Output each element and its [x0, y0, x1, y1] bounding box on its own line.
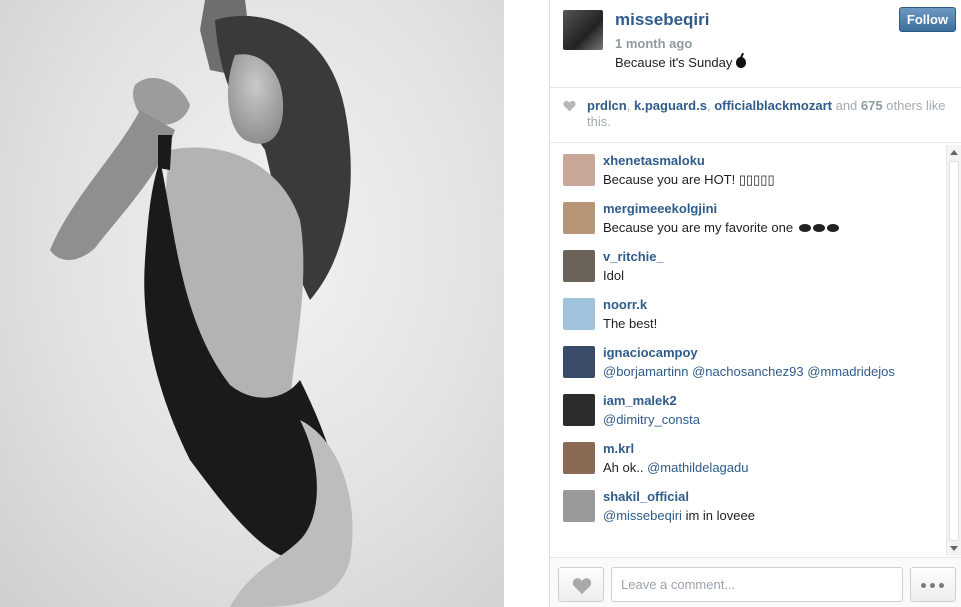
- comment-item: v_ritchie_ Idol: [563, 240, 943, 288]
- mention-link[interactable]: @mmadridejos: [807, 364, 895, 379]
- mention-link[interactable]: @borjamartinn: [603, 364, 688, 379]
- commenter-username[interactable]: m.krl: [603, 441, 634, 456]
- post-timestamp[interactable]: 1 month ago: [615, 36, 692, 51]
- post-side-panel: missebeqiri 1 month ago Because it's Sun…: [549, 0, 961, 607]
- comments-list: xhenetasmaloku Because you are HOT! ▯▯▯▯…: [550, 144, 961, 557]
- liker-link[interactable]: officialblackmozart: [714, 98, 832, 113]
- scrollbar-thumb[interactable]: [949, 161, 959, 541]
- lips-emoji-icon: [826, 224, 839, 232]
- comment-text: Idol: [603, 268, 624, 283]
- likes-and: and: [835, 98, 858, 113]
- apple-icon: [736, 57, 747, 68]
- commenter-username[interactable]: v_ritchie_: [603, 249, 664, 264]
- likes-separator: ,: [626, 98, 631, 113]
- comment-item: m.krl Ah ok.. @mathildelagadu: [563, 432, 943, 480]
- likes-count[interactable]: 675: [861, 98, 883, 113]
- comment-text: @dimitry_consta: [603, 412, 700, 427]
- scroll-down-arrow-icon[interactable]: [950, 546, 958, 551]
- photo-gap: [504, 0, 549, 607]
- post-photo[interactable]: [0, 0, 504, 607]
- likes-separator: ,: [706, 98, 711, 113]
- comment-item: shakil_official @missebeqiri im in lovee…: [563, 480, 943, 528]
- commenter-username[interactable]: iam_malek2: [603, 393, 677, 408]
- commenter-username[interactable]: xhenetasmaloku: [603, 153, 705, 168]
- comment-bar: [550, 557, 961, 607]
- commenter-username[interactable]: noorr.k: [603, 297, 647, 312]
- post-header: missebeqiri 1 month ago Because it's Sun…: [550, 0, 961, 88]
- commenter-username[interactable]: ignaciocampoy: [603, 345, 698, 360]
- lips-emoji-icon: [798, 224, 811, 232]
- comment-text: @missebeqiri im in loveee: [603, 508, 755, 523]
- likes-summary: prdlcn, k.paguard.s, officialblackmozart…: [587, 98, 947, 130]
- comment-text: @borjamartinn @nachosanchez93 @mmadridej…: [603, 364, 895, 379]
- commenter-avatar[interactable]: [563, 346, 595, 378]
- comment-text: Ah ok.. @mathildelagadu: [603, 460, 748, 475]
- comment-body: im in loveee: [685, 508, 755, 523]
- commenter-avatar[interactable]: [563, 394, 595, 426]
- dot-icon: [930, 583, 935, 588]
- liker-link[interactable]: prdlcn: [587, 98, 627, 113]
- mention-link[interactable]: @missebeqiri: [603, 508, 682, 523]
- comment-item: iam_malek2 @dimitry_consta: [563, 384, 943, 432]
- comment-item: noorr.k The best!: [563, 288, 943, 336]
- commenter-username[interactable]: mergimeeekolgjini: [603, 201, 717, 216]
- comment-item: mergimeeekolgjini Because you are my fav…: [563, 192, 943, 240]
- comment-text: Because you are HOT! ▯▯▯▯▯: [603, 172, 775, 187]
- heart-icon: [572, 578, 592, 595]
- commenter-avatar[interactable]: [563, 442, 595, 474]
- liker-link[interactable]: k.paguard.s: [634, 98, 707, 113]
- author-username[interactable]: missebeqiri: [615, 10, 710, 30]
- heart-icon: [563, 100, 576, 112]
- comment-text: The best!: [603, 316, 658, 331]
- comment-body: Ah ok..: [603, 460, 644, 475]
- like-button[interactable]: [558, 567, 604, 602]
- more-options-button[interactable]: [910, 567, 956, 602]
- commenter-avatar[interactable]: [563, 298, 595, 330]
- comment-item: ignaciocampoy @borjamartinn @nachosanche…: [563, 336, 943, 384]
- mention-link[interactable]: @dimitry_consta: [603, 412, 700, 427]
- likes-section: prdlcn, k.paguard.s, officialblackmozart…: [550, 89, 961, 143]
- commenter-avatar[interactable]: [563, 490, 595, 522]
- comments-scrollbar[interactable]: [946, 145, 961, 556]
- commenter-avatar[interactable]: [563, 250, 595, 282]
- commenter-avatar[interactable]: [563, 154, 595, 186]
- mention-link[interactable]: @mathildelagadu: [647, 460, 748, 475]
- follow-button[interactable]: Follow: [899, 7, 956, 32]
- lips-emoji-icon: [812, 224, 825, 232]
- comment-item: xhenetasmaloku Because you are HOT! ▯▯▯▯…: [563, 144, 943, 192]
- dot-icon: [921, 583, 926, 588]
- commenter-avatar[interactable]: [563, 202, 595, 234]
- author-avatar[interactable]: [563, 10, 603, 50]
- comment-body: Because you are my favorite one: [603, 220, 794, 235]
- dot-icon: [939, 583, 944, 588]
- comment-text: Because you are my favorite one: [603, 220, 839, 235]
- comment-input[interactable]: [611, 567, 903, 602]
- mention-link[interactable]: @nachosanchez93: [692, 364, 804, 379]
- caption-text: Because it's Sunday: [615, 55, 733, 70]
- photo-illustration: [50, 0, 353, 607]
- scroll-up-arrow-icon[interactable]: [950, 150, 958, 155]
- commenter-username[interactable]: shakil_official: [603, 489, 689, 504]
- post-caption: Because it's Sunday: [615, 55, 747, 70]
